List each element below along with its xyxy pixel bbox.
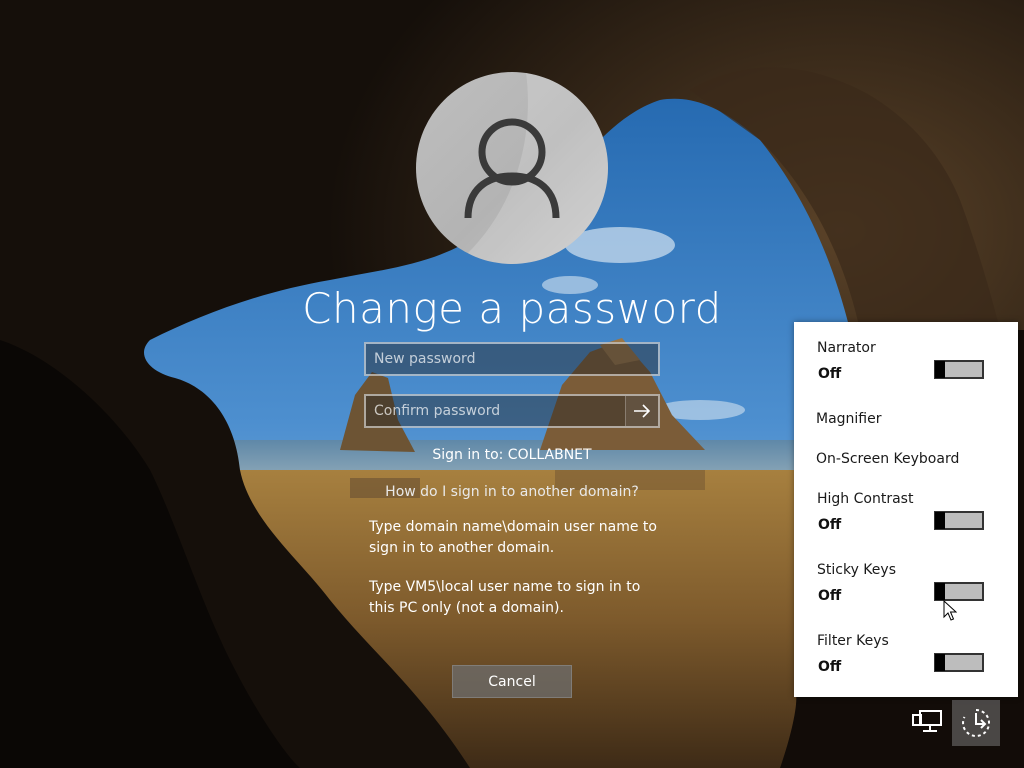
lock-screen: Change a password Sign in to: COLLABNET … — [0, 0, 1024, 768]
toggle-thumb — [935, 654, 945, 671]
on-screen-keyboard-option[interactable]: On-Screen Keyboard — [816, 451, 959, 467]
narrator-toggle[interactable] — [934, 360, 984, 379]
narrator-state: Off — [818, 366, 842, 382]
filter-keys-label: Filter Keys — [817, 633, 889, 649]
other-domain-link[interactable]: How do I sign in to another domain? — [312, 484, 712, 500]
page-title: Change a password — [302, 284, 722, 333]
filter-keys-option: Filter Keys Off — [817, 633, 1007, 679]
sticky-keys-label: Sticky Keys — [817, 562, 896, 578]
high-contrast-toggle[interactable] — [934, 511, 984, 530]
sticky-keys-option: Sticky Keys Off — [817, 562, 1007, 608]
magnifier-option[interactable]: Magnifier — [816, 411, 882, 427]
high-contrast-label: High Contrast — [817, 491, 914, 507]
user-avatar — [416, 72, 608, 264]
filter-keys-toggle[interactable] — [934, 653, 984, 672]
sticky-keys-state: Off — [818, 588, 842, 604]
confirm-password-input[interactable] — [366, 396, 628, 426]
toggle-thumb — [935, 361, 945, 378]
toggle-thumb — [935, 512, 945, 529]
confirm-password-field-wrapper — [364, 394, 660, 428]
new-password-input[interactable] — [366, 344, 658, 374]
cancel-button[interactable]: Cancel — [452, 665, 572, 698]
high-contrast-option: High Contrast Off — [817, 491, 1007, 537]
ease-of-access-icon — [962, 709, 991, 737]
sign-in-domain-text: Sign in to: COLLABNET — [432, 447, 592, 463]
network-icon — [912, 710, 942, 732]
arrow-right-icon — [634, 404, 651, 418]
narrator-option: Narrator Off — [817, 340, 1007, 386]
domain-help-text: Type domain name\domain user name to sig… — [369, 519, 657, 556]
ease-of-access-menu: Narrator Off Magnifier On-Screen Keyboar… — [794, 322, 1018, 697]
submit-button[interactable] — [625, 396, 658, 426]
network-button[interactable] — [904, 700, 950, 744]
new-password-field-wrapper — [364, 342, 660, 376]
filter-keys-state: Off — [818, 659, 842, 675]
sticky-keys-toggle[interactable] — [934, 582, 984, 601]
local-help-text: Type VM5\local user name to sign in to t… — [369, 579, 641, 616]
mouse-cursor-icon — [943, 600, 957, 621]
toggle-thumb — [935, 583, 945, 600]
high-contrast-state: Off — [818, 517, 842, 533]
ease-of-access-button[interactable] — [952, 700, 1000, 746]
user-icon — [456, 72, 608, 264]
narrator-label: Narrator — [817, 340, 876, 356]
